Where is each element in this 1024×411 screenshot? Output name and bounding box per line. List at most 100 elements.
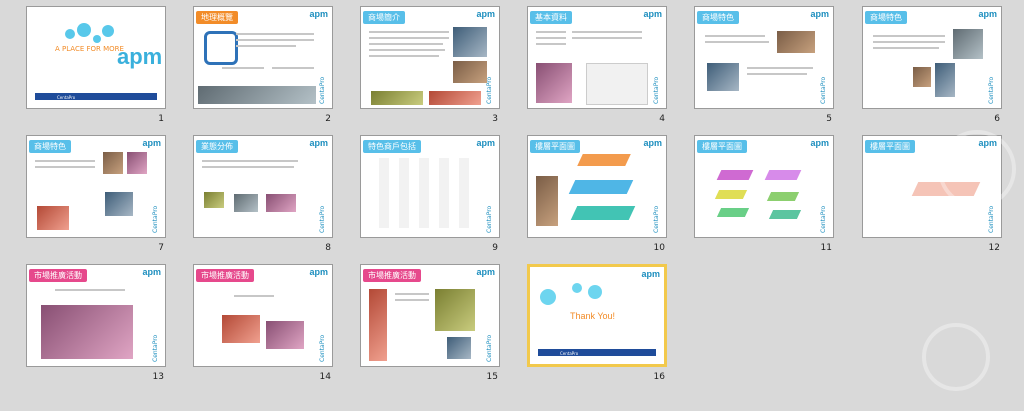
decorative-circle [65, 29, 75, 39]
floor-plan-shape [766, 192, 800, 201]
brand-footer-bar [538, 349, 656, 356]
slide-title: 基本資料 [530, 11, 572, 24]
text-line [536, 43, 566, 45]
apm-logo: apm [309, 9, 328, 19]
apm-logo: apm [476, 138, 495, 148]
slide-card: 市場推廣活動 apm CentaPro [26, 264, 166, 367]
side-brand: CentaPro [486, 334, 493, 362]
side-brand: CentaPro [486, 205, 493, 233]
slide-title: 樓層平面圖 [530, 140, 580, 153]
slide-card: 地理概覽 apm CentaPro [193, 6, 333, 109]
slide-card: 市場推廣活動 apm CentaPro [360, 264, 500, 367]
side-brand: CentaPro [820, 76, 827, 104]
text-line [705, 35, 765, 37]
slide-title: 商場特色 [865, 11, 907, 24]
slide-card: 樓層平面圖 apm CentaPro [527, 135, 667, 238]
text-line [873, 35, 945, 37]
decorative-circle [102, 25, 114, 37]
text-line [236, 45, 296, 47]
brand-footer-text: CentaPro [560, 351, 579, 356]
cover-logo: apm [117, 44, 163, 69]
text-line [222, 67, 264, 69]
text-line [369, 31, 449, 33]
slide-card: 商場特色 apm CentaPro [862, 6, 1002, 109]
mall-photo [105, 192, 133, 216]
slide-card: 樓層平面圖 apm CentaPro [694, 135, 834, 238]
building-photo [536, 63, 572, 103]
slide-thumbnails-grid: A PLACE FOR MORE apm CentaPro 1 地理概覽 apm… [0, 0, 1024, 411]
slide-number: 14 [319, 372, 331, 382]
floor-plan-shape [716, 208, 750, 217]
slide-card: A PLACE FOR MORE apm CentaPro [26, 6, 166, 109]
text-line [236, 33, 314, 35]
slide-number: 1 [158, 114, 164, 124]
slide-card: 商場特色 apm CentaPro [26, 135, 166, 238]
slide-thumbnail-5[interactable]: 商場特色 apm CentaPro 5 [694, 6, 834, 127]
text-line [55, 289, 125, 291]
floor-plan-shape [716, 170, 754, 180]
slide-card: 市場推廣活動 apm CentaPro [193, 264, 333, 367]
brand-photo [234, 194, 258, 212]
slide-thumbnail-14[interactable]: 市場推廣活動 apm CentaPro 14 [193, 264, 333, 385]
text-line [202, 160, 298, 162]
text-line [272, 67, 314, 69]
side-brand: CentaPro [653, 76, 660, 104]
slide-thumbnail-7[interactable]: 商場特色 apm CentaPro 7 [26, 135, 166, 256]
apm-logo: apm [643, 138, 662, 148]
thank-you-text: Thank You! [570, 311, 616, 321]
text-line [705, 41, 769, 43]
event-photo [435, 289, 475, 331]
slide-thumbnail-3[interactable]: 商場簡介 apm CentaPro 3 [360, 6, 500, 127]
slide-thumbnail-1[interactable]: A PLACE FOR MORE apm CentaPro 1 [26, 6, 166, 127]
slide-title: 市場推廣活動 [363, 269, 421, 282]
slide-thumbnail-9[interactable]: 特色商戶包括 apm CentaPro 9 [360, 135, 500, 256]
text-line [395, 299, 429, 301]
mall-photo [103, 152, 123, 174]
slide-thumbnail-8[interactable]: 業態分佈 apm CentaPro 8 [193, 135, 333, 256]
slide-thumbnail-2[interactable]: 地理概覽 apm CentaPro 2 [193, 6, 333, 127]
slide-thumbnail-13[interactable]: 市場推廣活動 apm CentaPro 13 [26, 264, 166, 385]
decorative-circle [540, 289, 556, 305]
apm-logo: apm [309, 138, 328, 148]
mall-photo [913, 67, 931, 87]
text-line [202, 166, 294, 168]
text-line [873, 47, 939, 49]
slide-number: 8 [325, 243, 331, 253]
slide-number: 11 [820, 243, 832, 253]
floor-plan-shape [764, 170, 802, 180]
text-line [747, 67, 813, 69]
slide-card: 業態分佈 apm CentaPro [193, 135, 333, 238]
side-brand: CentaPro [988, 76, 995, 104]
text-line [747, 73, 807, 75]
text-line [236, 39, 314, 41]
text-line [873, 41, 945, 43]
cover-tagline: A PLACE FOR MORE [55, 45, 124, 53]
slide-thumbnail-16[interactable]: apm Thank You! CentaPro 16 [527, 264, 667, 385]
side-brand: CentaPro [653, 205, 660, 233]
text-line [35, 160, 95, 162]
map-image [586, 63, 648, 105]
slide-title: 商場簡介 [363, 11, 405, 24]
slide-card: 基本資料 apm CentaPro [527, 6, 667, 109]
mall-photo [127, 152, 147, 174]
slide-thumbnail-6[interactable]: 商場特色 apm CentaPro 6 [862, 6, 1002, 127]
slide-card: 商場特色 apm CentaPro [694, 6, 834, 109]
slide-thumbnail-10[interactable]: 樓層平面圖 apm CentaPro 10 [527, 135, 667, 256]
decorative-circle [93, 35, 101, 43]
slide-card: 特色商戶包括 apm CentaPro [360, 135, 500, 238]
slide-thumbnail-11[interactable]: 樓層平面圖 apm CentaPro 11 [694, 135, 834, 256]
floor-plan-shape [714, 190, 748, 199]
map-icon [204, 31, 238, 65]
floor-plan-shape [570, 206, 636, 220]
slide-thumbnail-4[interactable]: 基本資料 apm CentaPro 4 [527, 6, 667, 127]
slide-card-selected: apm Thank You! CentaPro [527, 264, 667, 367]
slide-thumbnail-15[interactable]: 市場推廣活動 apm CentaPro 15 [360, 264, 500, 385]
text-line [572, 31, 642, 33]
mall-photo [453, 61, 487, 83]
street-photo [198, 86, 316, 104]
event-photo [266, 321, 304, 349]
slide-card: 商場簡介 apm CentaPro [360, 6, 500, 109]
decorative-circle [572, 283, 582, 293]
slide-title: 樓層平面圖 [697, 140, 747, 153]
side-brand: CentaPro [486, 76, 493, 104]
